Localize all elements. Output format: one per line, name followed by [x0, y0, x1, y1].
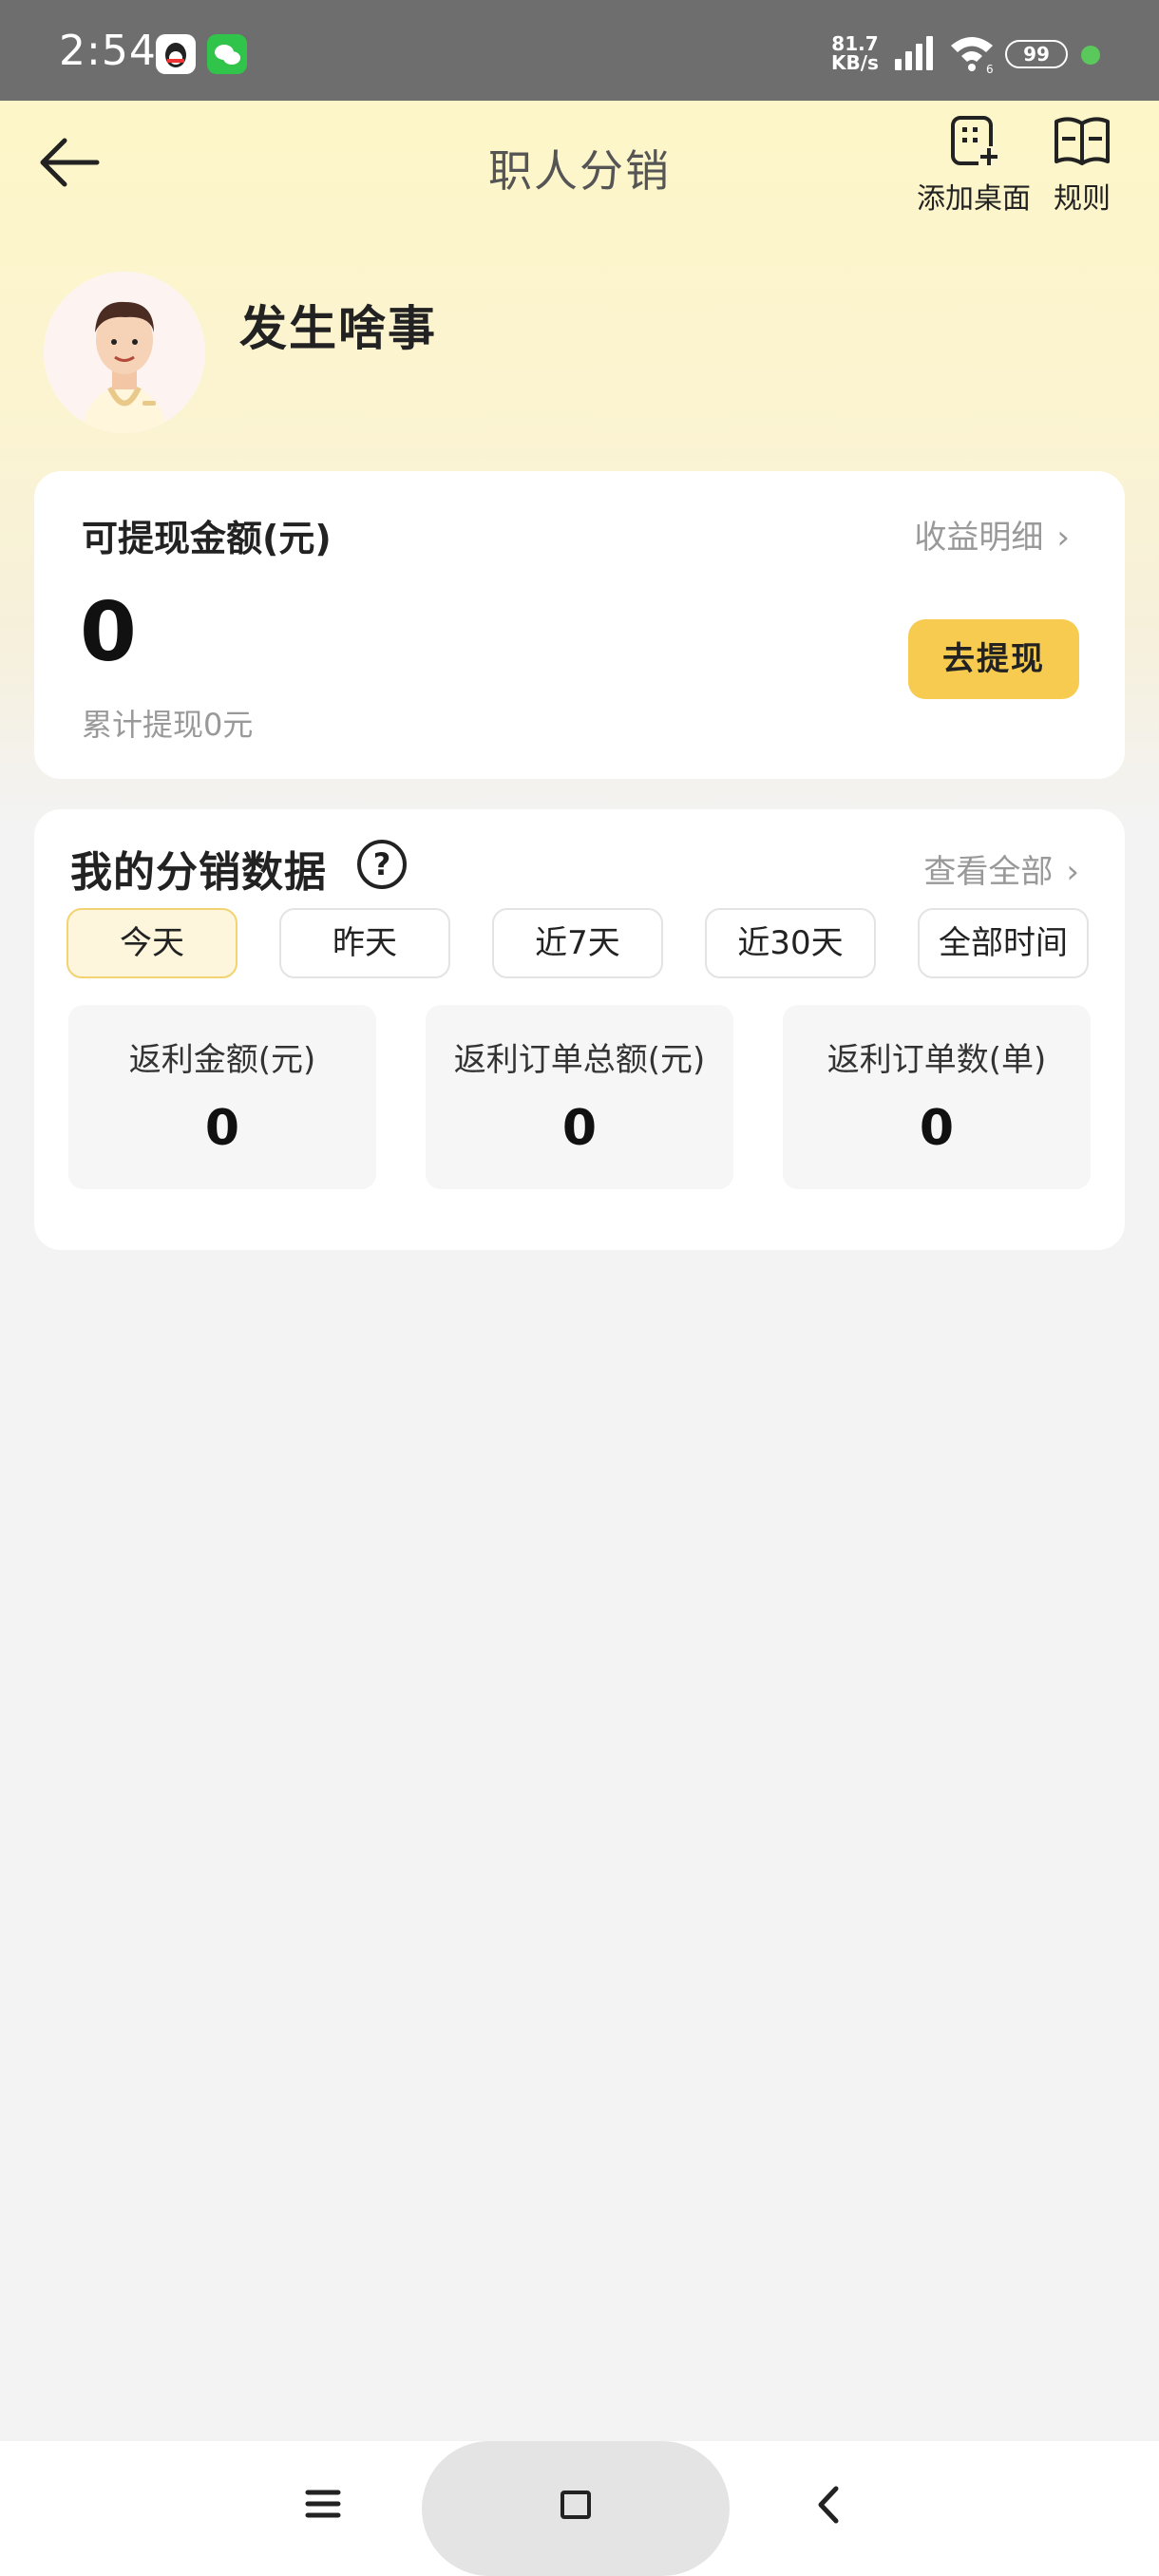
battery-indicator: 99	[1005, 40, 1068, 68]
stat-rebate-order-count: 返利订单数(单) 0	[783, 1005, 1091, 1189]
chevron-right-icon: ›	[1066, 853, 1079, 891]
status-time: 2:54	[59, 27, 157, 75]
add-to-desktop-label: 添加桌面	[917, 182, 1031, 216]
top-nav-bar: 职人分销 添加桌面 规则	[0, 101, 1159, 224]
help-icon[interactable]: ?	[357, 840, 407, 889]
stat-rebate-order-total: 返利订单总额(元) 0	[426, 1005, 733, 1189]
stat-label: 返利金额(元)	[128, 1041, 316, 1079]
book-icon	[1054, 117, 1110, 165]
stat-value: 0	[204, 1100, 240, 1157]
svg-text:6: 6	[986, 63, 994, 74]
withdraw-button[interactable]: 去提现	[908, 619, 1079, 699]
status-dot	[1081, 46, 1100, 65]
back-chevron-icon[interactable]	[813, 2483, 842, 2527]
user-name: 发生啥事	[239, 301, 437, 356]
balance-card: 可提现金额(元) 收益明细 › 0 累计提现0元 去提现	[34, 471, 1125, 779]
add-desktop-icon	[951, 116, 999, 167]
chevron-right-icon: ›	[1056, 519, 1070, 557]
signal-icon	[895, 36, 933, 70]
avatar-illustration	[44, 272, 205, 433]
stat-value: 0	[919, 1100, 955, 1157]
tab-last-30-days[interactable]: 近30天	[705, 908, 876, 978]
view-all-link[interactable]: 查看全部 ›	[923, 845, 1079, 892]
view-all-label: 查看全部	[923, 853, 1054, 891]
rules-label: 规则	[1054, 182, 1111, 216]
withdrawable-label: 可提现金额(元)	[82, 518, 332, 559]
rules-button[interactable]: 规则	[1043, 114, 1121, 217]
home-square-icon[interactable]	[560, 2491, 591, 2519]
tab-last-7-days[interactable]: 近7天	[492, 908, 663, 978]
earnings-detail-label: 收益明细	[914, 519, 1044, 557]
tab-yesterday[interactable]: 昨天	[279, 908, 450, 978]
distribution-card: 我的分销数据 ? 查看全部 › 今天 昨天 近7天 近30天 全部时间 返利金额(…	[34, 809, 1125, 1250]
system-nav-bar	[0, 2441, 1159, 2576]
time-range-tabs: 今天 昨天 近7天 近30天 全部时间	[66, 908, 1092, 978]
tab-today[interactable]: 今天	[66, 908, 238, 978]
network-speed: 81.7 KB/s	[831, 32, 879, 74]
stat-value: 0	[561, 1100, 598, 1157]
earnings-detail-link[interactable]: 收益明细 ›	[914, 511, 1070, 558]
add-to-desktop-button[interactable]: 添加桌面	[910, 114, 1037, 217]
menu-icon[interactable]	[304, 2485, 342, 2523]
status-bar: 2:54 81.7 KB/s 6 99	[0, 0, 1159, 101]
stat-rebate-amount: 返利金额(元) 0	[68, 1005, 376, 1189]
wechat-icon	[207, 34, 247, 74]
cumulative-withdrawn: 累计提现0元	[82, 707, 254, 743]
avatar[interactable]	[44, 272, 205, 433]
stat-label: 返利订单数(单)	[826, 1041, 1047, 1079]
qq-icon	[156, 34, 196, 74]
stat-label: 返利订单总额(元)	[453, 1041, 706, 1079]
withdrawable-amount: 0	[80, 585, 137, 680]
distribution-title: 我的分销数据	[70, 848, 327, 897]
wifi-icon: 6	[951, 37, 994, 74]
tab-all-time[interactable]: 全部时间	[918, 908, 1089, 978]
